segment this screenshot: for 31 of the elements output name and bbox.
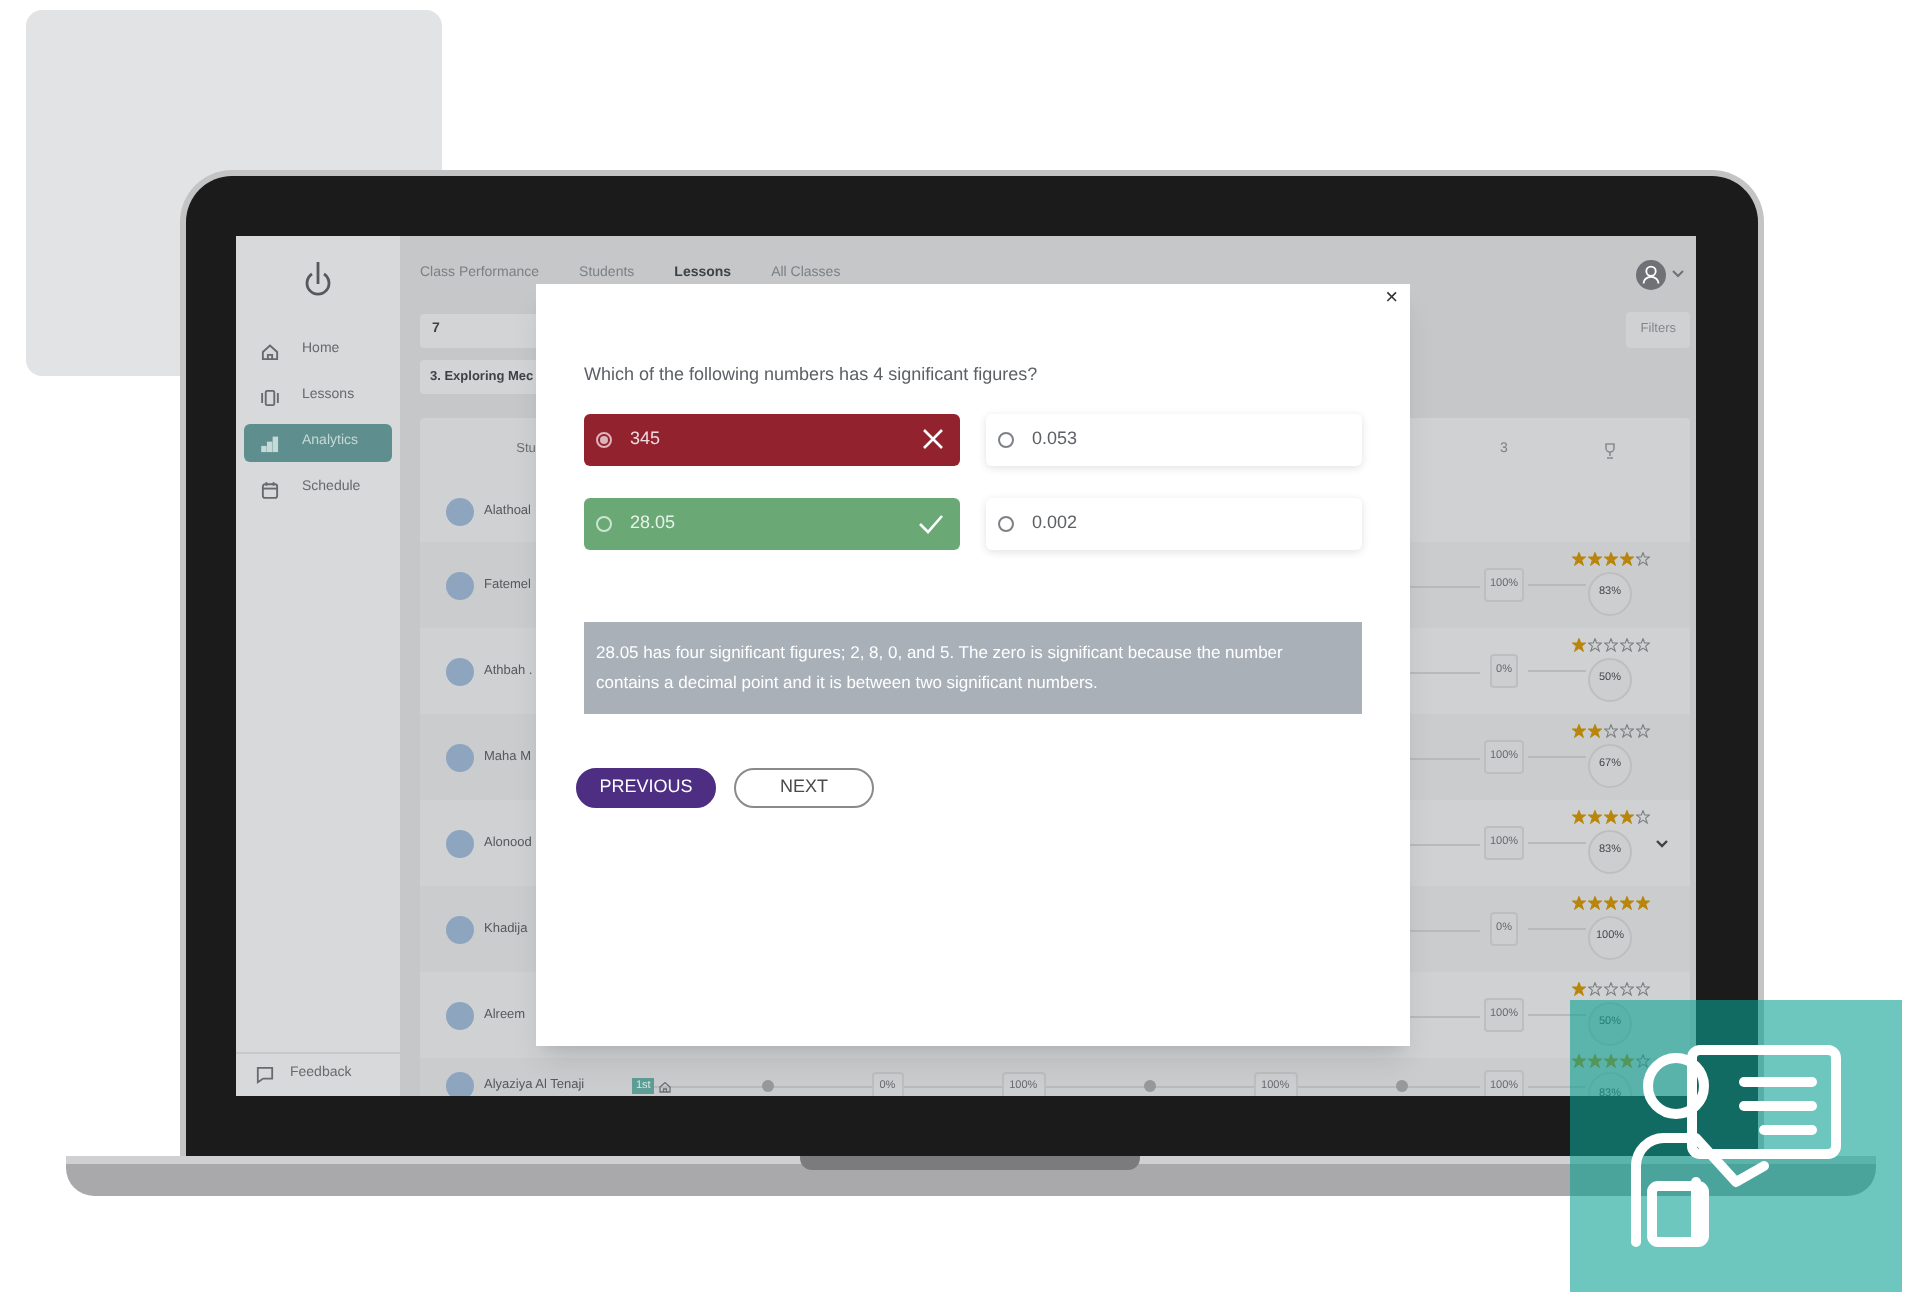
close-x-icon xyxy=(922,428,944,450)
radio-button[interactable] xyxy=(998,515,1014,531)
answer-option[interactable]: 0.053 xyxy=(986,413,1362,465)
previous-button[interactable]: PREVIOUS xyxy=(576,767,716,807)
chevron-down-icon[interactable] xyxy=(1672,270,1684,278)
answer-option[interactable]: 0.002 xyxy=(986,497,1362,549)
checkmark-icon xyxy=(918,513,944,533)
question-text: Which of the following numbers has 4 significant figures? xyxy=(584,362,1040,388)
chat-icon xyxy=(256,1066,274,1084)
answer-option[interactable]: 28.05 xyxy=(584,497,960,549)
close-button[interactable]: × xyxy=(1385,288,1398,310)
trophy-icon xyxy=(1602,441,1618,459)
calendar-icon xyxy=(260,479,280,499)
power-logo-icon xyxy=(304,260,332,300)
avatar xyxy=(446,915,474,943)
avatar xyxy=(446,829,474,857)
next-button[interactable]: NEXT xyxy=(734,767,874,807)
avatar xyxy=(446,571,474,599)
avatar xyxy=(446,1001,474,1029)
home-icon xyxy=(658,1079,673,1093)
chevron-down-icon[interactable] xyxy=(1656,839,1668,847)
bar-chart-icon xyxy=(260,433,280,453)
explanation-text: 28.05 has four significant figures; 2, 8, 0, and 5. The zero is significant because the number contains a decimal point and it is between two significant numbers. xyxy=(584,621,1362,713)
radio-button[interactable] xyxy=(998,431,1014,447)
avatar xyxy=(446,657,474,685)
home-icon xyxy=(260,341,280,361)
avatar xyxy=(446,1072,474,1096)
user-avatar-icon[interactable] xyxy=(1636,259,1666,289)
avatar xyxy=(446,743,474,771)
answer-option[interactable]: 345 xyxy=(584,413,960,465)
avatar xyxy=(446,498,474,526)
